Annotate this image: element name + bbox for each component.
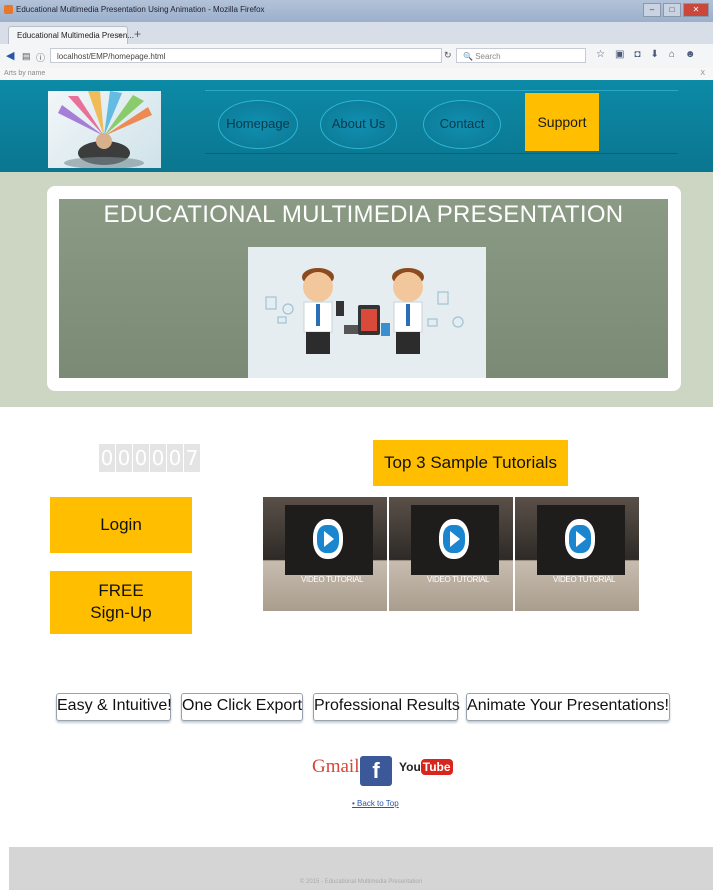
video-caption: VIDEO TUTORIAL: [301, 575, 364, 584]
browser-tab[interactable]: Educational Multimedia Presen... ×: [8, 26, 134, 44]
tutorial-video-3[interactable]: VIDEO TUTORIAL: [515, 497, 639, 611]
back-arrow-icon[interactable]: ◀: [6, 49, 14, 62]
bookmarks-list-icon[interactable]: ▣: [615, 49, 624, 60]
search-input[interactable]: 🔍 Search: [456, 48, 586, 63]
counter-digit: 0: [99, 444, 115, 472]
feature-animate-presentations: Animate Your Presentations!: [466, 693, 670, 721]
sync-icon[interactable]: ☻: [685, 49, 696, 60]
back-to-top-link[interactable]: • Back to Top: [352, 799, 399, 808]
gmail-link[interactable]: Gmail: [312, 756, 360, 778]
site-logo[interactable]: [48, 91, 161, 168]
feature-easy-intuitive: Easy & Intuitive!: [56, 693, 172, 721]
firefox-icon: [4, 5, 13, 14]
video-caption: VIDEO TUTORIAL: [427, 575, 490, 584]
find-close-icon[interactable]: X: [700, 68, 705, 80]
minimize-button[interactable]: –: [643, 3, 661, 17]
tab-strip: Educational Multimedia Presen... × +: [0, 22, 713, 44]
find-text: Arts by name: [4, 70, 46, 77]
counter-digit: 0: [150, 444, 166, 472]
nav-about-us[interactable]: About Us: [320, 100, 397, 149]
bookmark-star-icon[interactable]: ☆: [596, 49, 605, 60]
nav-contact[interactable]: Contact: [423, 100, 501, 149]
reader-icon[interactable]: ▤: [22, 51, 31, 62]
banner-illustration: [248, 247, 486, 378]
play-icon[interactable]: [439, 519, 469, 559]
reload-icon[interactable]: ↻: [444, 50, 452, 61]
play-icon[interactable]: [313, 519, 343, 559]
tutorials-heading: Top 3 Sample Tutorials: [373, 440, 568, 486]
banner-title: EDUCATIONAL MULTIMEDIA PRESENTATION: [103, 201, 624, 228]
play-icon[interactable]: [565, 519, 595, 559]
logo-graphic: [58, 91, 152, 168]
counter-digit: 0: [116, 444, 132, 472]
youtube-you: You: [399, 760, 421, 774]
pocket-icon[interactable]: ◘: [634, 49, 640, 60]
tutorial-video-2[interactable]: VIDEO TUTORIAL: [389, 497, 513, 611]
counter-digit: 7: [184, 444, 200, 472]
browser-toolbar: ◀ ▤ ⓘ localhost/EMP/homepage.html ↻ 🔍 Se…: [0, 44, 713, 69]
window-title: Educational Multimedia Presentation Usin…: [16, 5, 265, 14]
login-button[interactable]: Login: [50, 497, 192, 553]
facebook-link[interactable]: f: [360, 756, 392, 786]
youtube-tube: Tube: [420, 759, 453, 775]
nav-support[interactable]: Support: [525, 93, 599, 151]
tutorial-video-1[interactable]: VIDEO TUTORIAL: [263, 497, 387, 611]
search-placeholder: Search: [475, 52, 501, 61]
youtube-link[interactable]: You Tube: [399, 759, 453, 775]
facebook-logo: f: [372, 758, 380, 783]
find-bar: Arts by name X: [0, 68, 713, 80]
gmail-logo: Gmail: [312, 756, 360, 777]
download-icon[interactable]: ⬇: [650, 49, 658, 60]
feature-professional-results: Professional Results: [313, 693, 460, 721]
counter-digit: 0: [167, 444, 183, 472]
new-tab-button[interactable]: +: [134, 27, 141, 41]
counter-digit: 0: [133, 444, 149, 472]
footer-text: © 2015 - Educational Multimedia Presenta…: [299, 879, 423, 885]
window-titlebar: Educational Multimedia Presentation Usin…: [0, 0, 713, 22]
signup-line1: FREE: [98, 581, 144, 600]
window-controls: – □ ✕: [643, 3, 709, 17]
feature-one-click-export: One Click Export: [181, 693, 303, 721]
site-info-icon[interactable]: ⓘ: [36, 51, 45, 64]
tab-close-icon[interactable]: ×: [117, 27, 122, 44]
nav-homepage[interactable]: Homepage: [218, 100, 298, 149]
back-to-top-label: Back to Top: [357, 799, 399, 808]
home-icon[interactable]: ⌂: [669, 49, 675, 60]
cartoon-presenters-image: [265, 268, 464, 354]
signup-line2: Sign-Up: [90, 603, 152, 622]
close-window-button[interactable]: ✕: [683, 3, 709, 17]
signup-button[interactable]: FREE Sign-Up: [50, 571, 192, 634]
url-bar[interactable]: localhost/EMP/homepage.html: [50, 48, 442, 63]
page-footer: © 2015 - Educational Multimedia Presenta…: [9, 847, 713, 890]
toolbar-icons: ☆ ▣ ◘ ⬇ ⌂ ☻: [596, 49, 695, 60]
maximize-button[interactable]: □: [663, 3, 681, 17]
video-caption: VIDEO TUTORIAL: [553, 575, 616, 584]
visitor-counter: 0 0 0 0 0 7: [99, 444, 201, 472]
